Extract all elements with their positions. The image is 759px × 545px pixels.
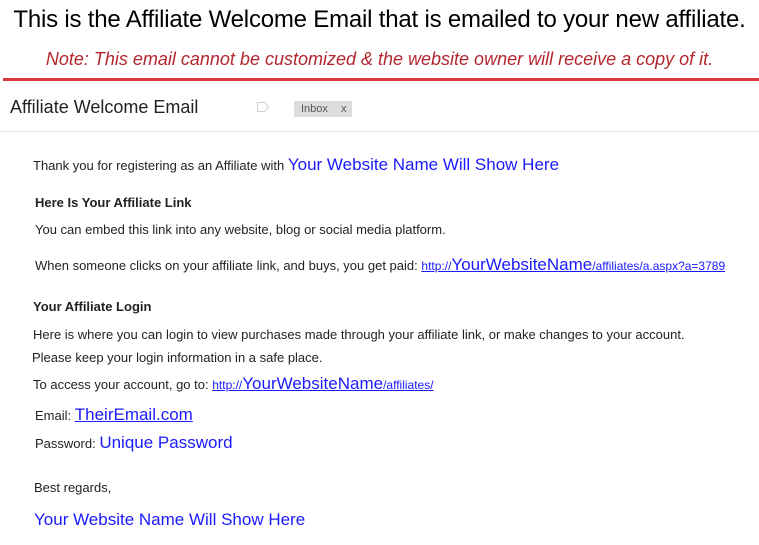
access-line: To access your account, go to: http://Yo… [33,374,434,394]
signature-site-name: Your Website Name Will Show Here [34,510,306,529]
email-credential: Email: TheirEmail.com [35,405,193,425]
greeting-line: Thank you for registering as an Affiliat… [33,155,559,175]
email-value-link[interactable]: TheirEmail.com [75,405,193,424]
banner-headline-period: . [739,6,746,33]
greeting-text: Thank you for registering as an Affiliat… [33,158,285,173]
inbox-label-chip: Inbox x [294,101,352,117]
login-heading: Your Affiliate Login [33,299,152,314]
embed-instructions: You can embed this link into any website… [35,222,446,237]
inbox-label-text: Inbox [301,103,328,115]
banner-headline-text: This is the Affiliate Welcome Email that… [13,6,740,33]
password-credential: Password: Unique Password [35,433,233,453]
password-label: Password: [35,436,96,451]
label-tag-icon[interactable] [257,102,269,112]
paid-text: When someone clicks on your affiliate li… [35,258,418,273]
email-subject: Affiliate Welcome Email [10,97,199,117]
login-link[interactable]: http://YourWebsiteName/affiliates/ [212,374,433,393]
red-divider [3,78,759,81]
login-description: Here is where you can login to view purc… [33,327,685,342]
site-name: Your Website Name Will Show Here [287,155,560,174]
affiliate-link[interactable]: http://YourWebsiteName/affiliates/a.aspx… [421,255,725,274]
access-text: To access your account, go to: [33,377,209,392]
closing-text: Best regards, [34,480,112,495]
header-divider [0,131,759,132]
affiliate-link-heading: Here Is Your Affiliate Link [35,195,192,210]
password-value: Unique Password [99,433,233,452]
banner-headline: This is the Affiliate Welcome Email that… [0,6,759,34]
affiliate-link-line: When someone clicks on your affiliate li… [35,255,725,275]
login-safety-note: Please keep your login information in a … [32,350,323,365]
email-label: Email: [35,408,72,423]
banner-note: Note: This email cannot be customized & … [45,49,714,69]
remove-label-icon[interactable]: x [341,103,347,115]
